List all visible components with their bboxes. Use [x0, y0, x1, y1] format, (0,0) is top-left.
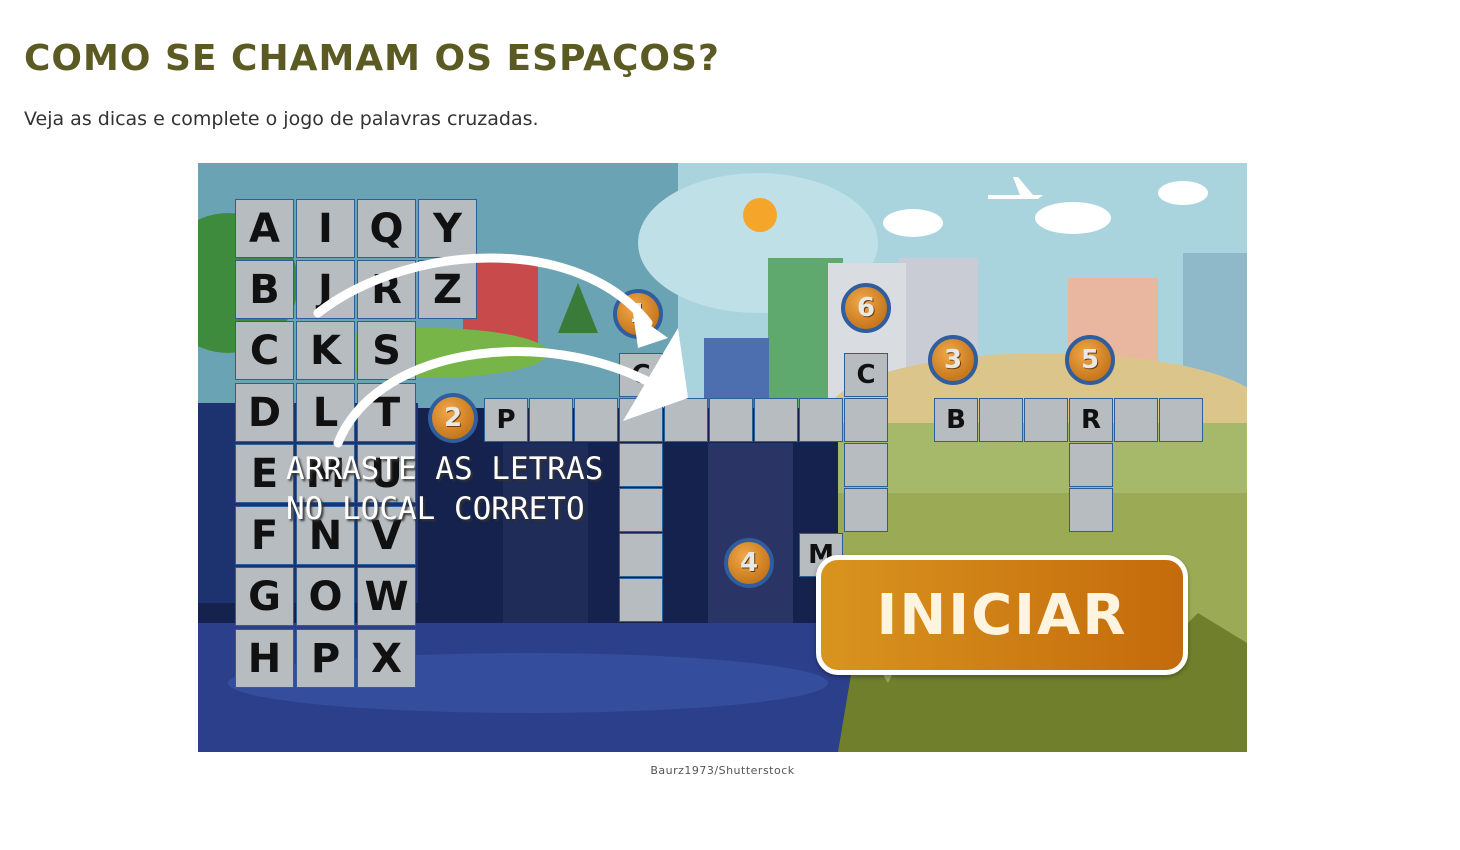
page-title: COMO SE CHAMAM OS ESPAÇOS?: [24, 38, 720, 79]
page-subtitle: Veja as dicas e complete o jogo de palav…: [24, 108, 539, 130]
drag-hint: ARRASTE AS LETRAS NO LOCAL CORRETO: [286, 451, 604, 527]
arrow-icon: [313, 253, 653, 328]
arrow-icon: [333, 347, 673, 448]
crossword-game[interactable]: A B C D E F G H I J K L M N O P Q R S T …: [198, 163, 1247, 752]
image-credit: Baurz1973/Shutterstock: [650, 764, 795, 777]
start-button[interactable]: INICIAR: [816, 555, 1188, 675]
